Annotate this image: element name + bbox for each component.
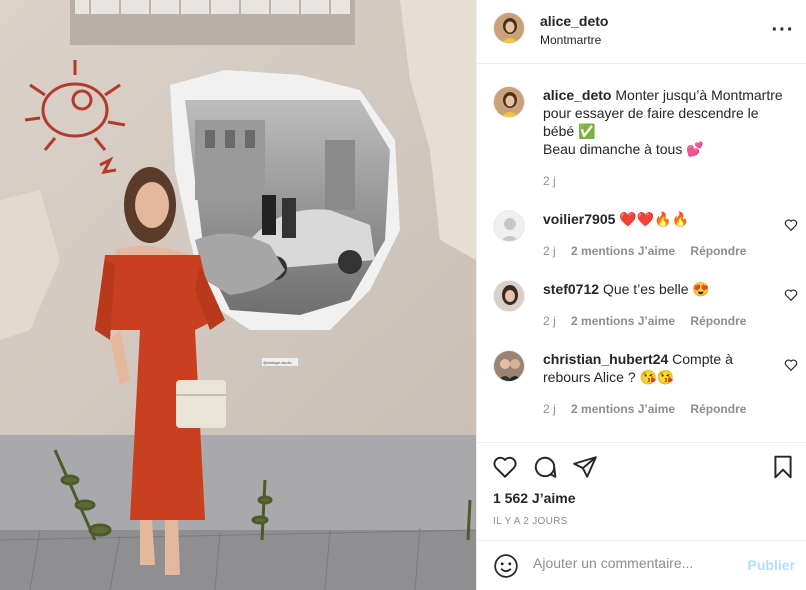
- comment-avatar-image: [494, 351, 524, 381]
- comment-like-heart-icon[interactable]: [784, 288, 798, 302]
- comments-list: alice_deto Monter jusqu’à Montmartre pou…: [477, 64, 806, 442]
- comment-reply-button[interactable]: Répondre: [690, 314, 746, 328]
- caption-username[interactable]: alice_deto: [543, 87, 611, 103]
- comment-likes-count[interactable]: 2 mentions J’aime: [571, 244, 675, 258]
- comment-reply-button[interactable]: Répondre: [690, 244, 746, 258]
- more-options-button[interactable]: ···: [771, 18, 795, 42]
- comment-meta: 2 j 2 mentions J’aime Répondre: [543, 244, 758, 258]
- comment-item: stef0712 Que t’es belle 😍 2 j 2 mentions…: [493, 280, 798, 330]
- paper-plane-icon: [573, 456, 597, 478]
- caption-line-3: bébé ✅: [543, 123, 596, 139]
- share-button[interactable]: [571, 453, 599, 481]
- post-photo[interactable]: @sintage.studio: [0, 0, 476, 590]
- caption-text: alice_deto Monter jusqu’à Montmartre pou…: [543, 86, 793, 158]
- comment-likes-count[interactable]: 2 mentions J’aime: [571, 402, 675, 416]
- comment-item: voilier7905 ❤️❤️🔥🔥 2 j 2 mentions J’aime…: [493, 210, 798, 260]
- comment-avatar-image: [494, 281, 524, 311]
- photo-sign-text: @sintage.studio: [263, 360, 293, 365]
- caption-line-2: pour essayer de faire descendre le: [543, 105, 759, 121]
- comment-reply-button[interactable]: Répondre: [690, 402, 746, 416]
- caption-time[interactable]: 2 j: [543, 174, 556, 188]
- comment-bubble-icon: [534, 456, 557, 478]
- comment-avatar[interactable]: [493, 210, 525, 242]
- comment-input[interactable]: [533, 555, 733, 571]
- comment-like-heart-icon[interactable]: [784, 358, 798, 372]
- post-modal: @sintage.studio alice_deto Montmartre ··…: [0, 0, 806, 590]
- caption-line-1: Monter jusqu’à Montmartre: [615, 87, 783, 103]
- caption-meta: 2 j: [543, 174, 568, 188]
- comment-button[interactable]: [531, 453, 559, 481]
- comment-like-heart-icon[interactable]: [784, 218, 798, 232]
- comment-avatar[interactable]: [493, 280, 525, 312]
- comment-username[interactable]: christian_hubert24: [543, 351, 668, 367]
- comment-time[interactable]: 2 j: [543, 314, 556, 328]
- caption: alice_deto Monter jusqu’à Montmartre pou…: [493, 86, 798, 196]
- comment-item: christian_hubert24 Compte à rebours Alic…: [493, 350, 798, 420]
- photo-illustration: @sintage.studio: [0, 0, 476, 590]
- comment-likes-count[interactable]: 2 mentions J’aime: [571, 314, 675, 328]
- comment-body: Que t’es belle 😍: [602, 281, 710, 297]
- bookmark-icon: [774, 455, 792, 479]
- smiley-icon: [494, 554, 518, 578]
- post-details-panel: alice_deto Montmartre ··· alice_deto Mon…: [476, 0, 806, 590]
- like-button[interactable]: [491, 453, 519, 481]
- publish-button[interactable]: Publier: [748, 557, 795, 573]
- add-comment-bar: Publier: [477, 540, 806, 590]
- comment-username[interactable]: stef0712: [543, 281, 599, 297]
- emoji-button[interactable]: [493, 553, 519, 579]
- post-location[interactable]: Montmartre: [540, 32, 608, 48]
- caption-line-4: Beau dimanche à tous 💕: [543, 141, 704, 157]
- comment-avatar[interactable]: [493, 350, 525, 382]
- author-username[interactable]: alice_deto: [540, 12, 608, 30]
- comment-username[interactable]: voilier7905: [543, 211, 615, 227]
- save-button[interactable]: [769, 453, 797, 481]
- post-header: alice_deto Montmartre ···: [477, 0, 806, 64]
- comment-meta: 2 j 2 mentions J’aime Répondre: [543, 402, 758, 416]
- comment-meta: 2 j 2 mentions J’aime Répondre: [543, 314, 758, 328]
- author-avatar[interactable]: [493, 12, 525, 44]
- default-avatar-icon: [494, 211, 524, 241]
- more-options-icon: ···: [771, 18, 795, 41]
- heart-icon: [493, 456, 517, 478]
- comment-time[interactable]: 2 j: [543, 244, 556, 258]
- post-actions: 1 562 J’aime IL Y A 2 JOURS: [477, 442, 806, 542]
- caption-avatar[interactable]: [493, 86, 525, 118]
- post-timestamp[interactable]: IL Y A 2 JOURS: [493, 516, 568, 527]
- comment-text: stef0712 Que t’es belle 😍: [543, 280, 783, 298]
- comment-text: voilier7905 ❤️❤️🔥🔥: [543, 210, 783, 228]
- comment-text: christian_hubert24 Compte à rebours Alic…: [543, 350, 783, 386]
- comment-body: ❤️❤️🔥🔥: [619, 211, 690, 227]
- likes-count[interactable]: 1 562 J’aime: [493, 490, 576, 506]
- author-info: alice_deto Montmartre: [540, 12, 608, 48]
- caption-avatar-image: [494, 87, 524, 117]
- author-avatar-image: [494, 13, 524, 43]
- comment-time[interactable]: 2 j: [543, 402, 556, 416]
